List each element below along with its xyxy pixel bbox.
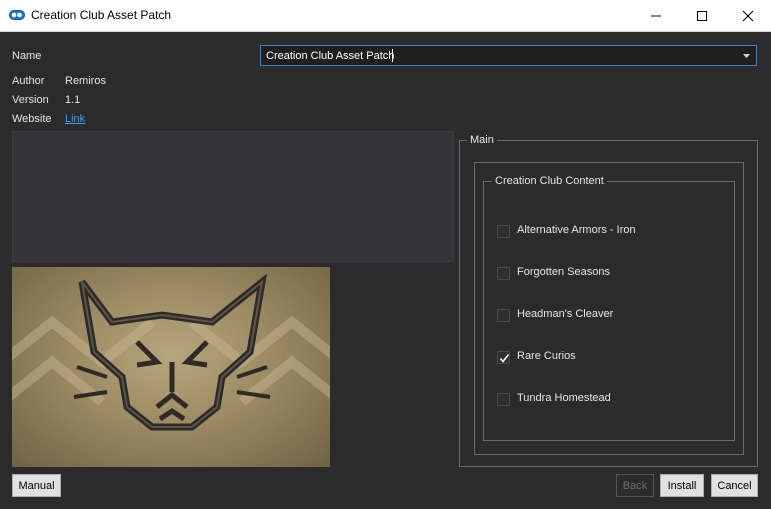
name-dropdown[interactable]: Creation Club Asset Patch xyxy=(260,45,757,66)
title-bar: Creation Club Asset Patch xyxy=(0,0,771,32)
version-value: 1.1 xyxy=(65,94,81,106)
checkbox-checked[interactable] xyxy=(497,351,510,364)
close-icon xyxy=(742,10,754,22)
minimize-icon xyxy=(651,15,661,17)
name-value: Creation Club Asset Patch xyxy=(266,50,395,62)
maximize-icon xyxy=(697,11,707,21)
website-link[interactable]: Link xyxy=(65,113,85,125)
description-box xyxy=(12,131,454,262)
creation-club-content-label: Creation Club Content xyxy=(492,175,607,187)
mod-image xyxy=(12,267,330,467)
checkbox[interactable] xyxy=(497,393,510,406)
close-button[interactable] xyxy=(725,0,771,31)
author-value: Remiros xyxy=(65,75,106,87)
minimize-button[interactable] xyxy=(633,0,679,31)
option-label: Alternative Armors - Iron xyxy=(517,224,636,236)
main-group-label: Main xyxy=(467,134,497,146)
checkbox[interactable] xyxy=(497,309,510,322)
cat-head-emblem-icon xyxy=(12,273,330,431)
text-caret xyxy=(392,49,393,62)
chevron-down-icon xyxy=(743,54,750,58)
back-button[interactable]: Back xyxy=(616,474,654,497)
cancel-button[interactable]: Cancel xyxy=(711,474,758,497)
window-title: Creation Club Asset Patch xyxy=(31,8,172,22)
cloud-icon xyxy=(9,10,25,20)
checkbox[interactable] xyxy=(497,267,510,280)
checkmark-icon xyxy=(499,354,510,363)
website-label: Website xyxy=(12,113,52,125)
maximize-button[interactable] xyxy=(679,0,725,31)
option-label: Headman's Cleaver xyxy=(517,308,614,320)
manual-button[interactable]: Manual xyxy=(12,474,61,497)
checkbox[interactable] xyxy=(497,225,510,238)
option-label: Rare Curios xyxy=(517,350,576,362)
install-button[interactable]: Install xyxy=(660,474,704,497)
author-label: Author xyxy=(12,75,45,87)
option-label: Forgotten Seasons xyxy=(517,266,610,278)
version-label: Version xyxy=(12,94,49,106)
option-label: Tundra Homestead xyxy=(517,392,611,404)
name-label: Name xyxy=(12,50,42,62)
